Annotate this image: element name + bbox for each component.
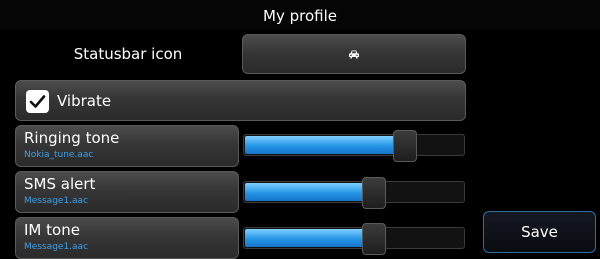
ringing-tone-button[interactable]: Ringing tone Nokia_tune.aac: [15, 125, 239, 167]
statusbar-icon-label: Statusbar icon: [73, 45, 183, 63]
save-button[interactable]: Save: [483, 211, 596, 253]
vibrate-toggle[interactable]: Vibrate: [15, 80, 466, 121]
sms-alert-button[interactable]: SMS alert Message1.aac: [15, 171, 239, 213]
im-tone-file: Message1.aac: [24, 242, 89, 252]
car-icon: [348, 45, 360, 64]
slider-thumb[interactable]: [362, 223, 386, 255]
title-bar: My profile: [0, 0, 600, 30]
checkmark-icon: [29, 95, 46, 108]
sms-alert-volume-slider[interactable]: [243, 177, 465, 209]
ringing-tone-volume-slider[interactable]: [243, 130, 465, 162]
im-tone-volume-slider[interactable]: [243, 223, 465, 255]
slider-fill: [245, 136, 404, 154]
slider-thumb[interactable]: [393, 130, 417, 162]
slider-fill: [245, 229, 373, 247]
im-tone-title: IM tone: [24, 221, 80, 239]
ringing-tone-title: Ringing tone: [24, 129, 120, 147]
sms-alert-title: SMS alert: [24, 175, 96, 193]
ringing-tone-file: Nokia_tune.aac: [24, 150, 94, 160]
statusbar-icon-button[interactable]: [242, 34, 466, 74]
slider-thumb[interactable]: [362, 177, 386, 209]
sms-alert-file: Message1.aac: [24, 196, 89, 206]
slider-fill: [245, 183, 373, 201]
vibrate-checkbox[interactable]: [26, 90, 49, 113]
im-tone-button[interactable]: IM tone Message1.aac: [15, 217, 239, 259]
page-title: My profile: [263, 7, 337, 25]
vibrate-label: Vibrate: [57, 92, 112, 110]
